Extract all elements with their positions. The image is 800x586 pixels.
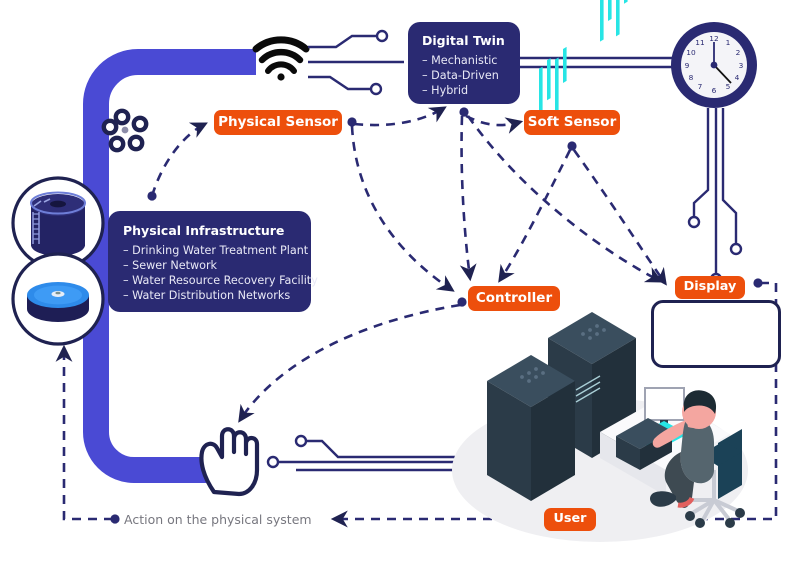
card-physical-infrastructure-title: Physical Infrastructure (123, 223, 285, 238)
svg-text:3: 3 (739, 61, 744, 70)
label-soft-sensor[interactable]: Soft Sensor (524, 110, 620, 135)
label-display[interactable]: Display (675, 276, 745, 299)
card-digital-twin-item-2: Hybrid (422, 84, 520, 99)
card-digital-twin-item-1: Data-Driven (422, 69, 520, 84)
clock-icon: 12 12 345 678 91011 (671, 22, 757, 108)
svg-text:4: 4 (735, 73, 740, 82)
card-physical-infrastructure-list: Drinking Water Treatment Plant Sewer Net… (123, 244, 318, 304)
circuit-traces-display (687, 108, 743, 286)
card-physical-infrastructure-item-0: Drinking Water Treatment Plant (123, 244, 311, 259)
label-controller[interactable]: Controller (468, 286, 560, 311)
card-physical-infrastructure-item-2: Water Resource Recovery Facility (123, 274, 318, 289)
svg-text:10: 10 (686, 48, 696, 57)
card-digital-twin-item-0: Mechanistic (422, 54, 520, 69)
svg-text:1: 1 (726, 38, 731, 47)
svg-text:9: 9 (685, 61, 690, 70)
hand-pointer-icon (199, 427, 260, 497)
display-panel (651, 300, 781, 368)
svg-text:6: 6 (712, 86, 717, 95)
svg-text:5: 5 (726, 82, 731, 91)
svg-text:12: 12 (709, 34, 718, 43)
circuit-traces-clock (520, 56, 686, 69)
svg-text:11: 11 (695, 38, 705, 47)
card-digital-twin-list: Mechanistic Data-Driven Hybrid (422, 54, 520, 99)
diagram-canvas: 12 1 2 345 678 9 10 11 Digital Twin – Me… (0, 0, 800, 586)
svg-text:2: 2 (736, 48, 741, 57)
card-physical-infrastructure-item-1: Sewer Network (123, 259, 311, 274)
circuit-traces-top (308, 29, 404, 96)
flow-caption: Action on the physical system (124, 512, 312, 527)
wifi-icon (252, 36, 310, 81)
label-user[interactable]: User (544, 508, 596, 531)
card-physical-infrastructure-item-3: Water Distribution Networks (123, 289, 311, 304)
card-physical-infrastructure: Physical Infrastructure Drinking Water T… (108, 211, 318, 312)
circuit-traces-bottom (266, 434, 470, 472)
label-physical-sensor[interactable]: Physical Sensor (214, 110, 342, 135)
card-digital-twin-title: Digital Twin (422, 33, 505, 48)
clarifier-icon (11, 252, 105, 346)
svg-text:8: 8 (689, 73, 694, 82)
card-digital-twin: Digital Twin Mechanistic Data-Driven Hyb… (408, 22, 520, 104)
svg-text:7: 7 (698, 82, 703, 91)
